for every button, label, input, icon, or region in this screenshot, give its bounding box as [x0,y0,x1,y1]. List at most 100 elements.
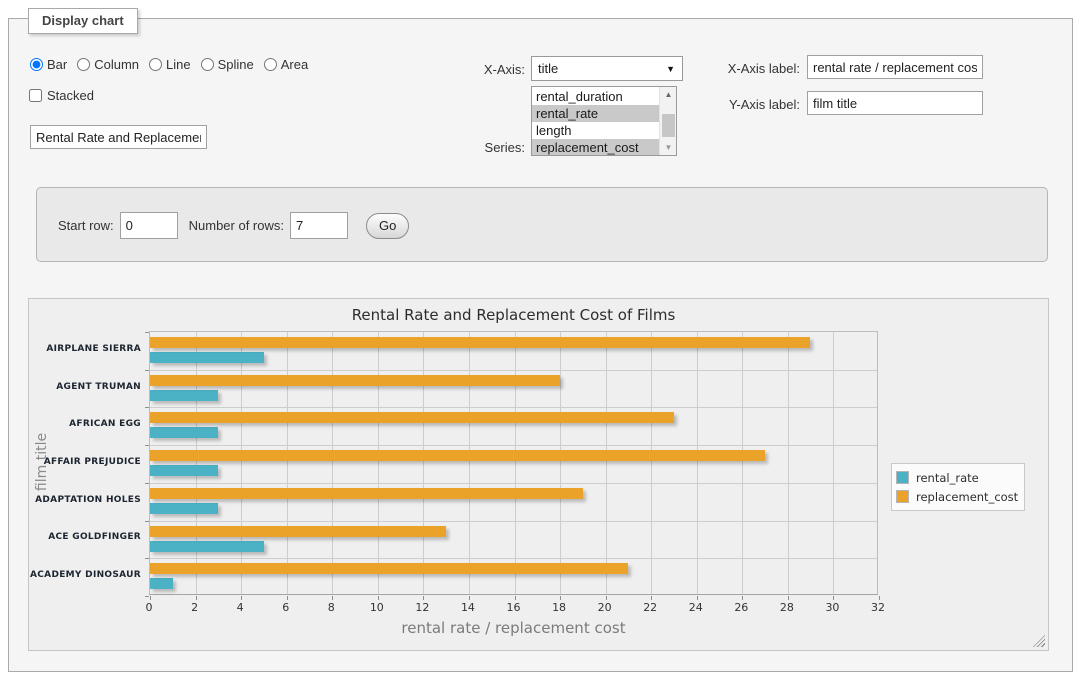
bar-replacement_cost [150,375,560,386]
bar-rental_rate [150,390,218,401]
fieldset-legend: Display chart [28,8,138,34]
chart-type-radio-spline[interactable] [201,58,214,71]
series-options: rental_durationrental_ratelengthreplacem… [532,88,659,156]
chart-type-radio-bar[interactable] [30,58,43,71]
chart-container: Rental Rate and Replacement Cost of Film… [28,298,1049,651]
tick-mark [145,483,149,484]
tick-mark [742,596,743,600]
resize-handle-icon[interactable] [1033,635,1045,647]
tick-mark [332,596,333,600]
gridline [332,332,333,594]
x-tick-label: 16 [507,601,521,614]
gridline [150,445,877,446]
x-axis-label-field-label: X-Axis label: [700,61,800,76]
legend-swatch [896,471,909,484]
chart-type-radio-label: Spline [218,57,254,72]
tick-mark [145,445,149,446]
y-axis-label-input[interactable] [807,91,983,115]
chart-type-radio-label: Line [166,57,191,72]
x-tick-label: 26 [734,601,748,614]
go-button[interactable]: Go [366,213,409,239]
bar-replacement_cost [150,337,810,348]
gridline [788,332,789,594]
legend-label: rental_rate [916,471,979,485]
gridline [742,332,743,594]
series-option-rental_rate[interactable]: rental_rate [532,105,659,122]
x-tick-label: 24 [689,601,703,614]
category-label: ACE GOLDFINGER [29,532,141,542]
gridline [606,332,607,594]
chart-type-radio-label: Bar [47,57,67,72]
x-tick-label: 14 [461,601,475,614]
bar-replacement_cost [150,563,628,574]
chart-type-radio-area[interactable] [264,58,277,71]
bar-rental_rate [150,578,173,589]
scroll-up-icon[interactable]: ▲ [661,87,676,102]
chart-type-option-bar[interactable]: Bar [30,57,67,72]
gridline [196,332,197,594]
y-axis-label-field-label: Y-Axis label: [700,97,800,112]
x-axis-label: X-Axis: [435,62,525,77]
bar-replacement_cost [150,488,583,499]
x-tick-label: 18 [552,601,566,614]
tick-mark [833,596,834,600]
start-row-input[interactable] [120,212,178,239]
chart-type-option-spline[interactable]: Spline [201,57,254,72]
series-option-replacement_cost[interactable]: replacement_cost [532,139,659,156]
legend-swatch [896,490,909,503]
category-label: ACADEMY DINOSAUR [29,570,141,580]
gridline [150,483,877,484]
tick-mark [879,596,880,600]
series-multiselect[interactable]: rental_durationrental_ratelengthreplacem… [531,86,677,156]
gridline [651,332,652,594]
chart-title-input[interactable] [30,125,207,149]
chart-type-option-column[interactable]: Column [77,57,139,72]
gridline [150,407,877,408]
x-axis-select[interactable]: title ▼ [531,56,683,81]
chart-type-radio-line[interactable] [149,58,162,71]
tick-mark [378,596,379,600]
x-tick-label: 28 [780,601,794,614]
chart-title: Rental Rate and Replacement Cost of Film… [149,306,878,324]
chart-type-radio-label: Area [281,57,308,72]
num-rows-input[interactable] [290,212,348,239]
chart-type-option-area[interactable]: Area [264,57,308,72]
x-tick-label: 32 [871,601,885,614]
x-tick-label: 6 [282,601,289,614]
stacked-checkbox[interactable] [29,89,42,102]
tick-mark [469,596,470,600]
legend-item: replacement_cost [896,487,1018,506]
page: Display chart Bar Column Line Spline Area St… [0,0,1081,681]
chart-legend: rental_rate replacement_cost [891,463,1025,511]
legend-item: rental_rate [896,468,1018,487]
gridline [287,332,288,594]
bar-replacement_cost [150,526,446,537]
series-option-rental_duration[interactable]: rental_duration [532,88,659,105]
tick-mark [196,596,197,600]
gridline [469,332,470,594]
tick-mark [145,370,149,371]
x-axis-selected-value: title [538,61,558,76]
gridline [423,332,424,594]
num-rows-label: Number of rows: [189,218,284,233]
tick-mark [423,596,424,600]
rows-inner: Start row: Number of rows: Go [58,212,409,239]
x-tick-label: 8 [328,601,335,614]
x-tick-label: 0 [146,601,153,614]
tick-mark [145,521,149,522]
chart-type-option-line[interactable]: Line [149,57,191,72]
x-axis-label-input[interactable] [807,55,983,79]
scroll-down-icon[interactable]: ▼ [661,140,676,155]
tick-mark [241,596,242,600]
tick-mark [145,332,149,333]
gridline [697,332,698,594]
scrollbar-thumb[interactable] [662,114,675,137]
category-label: AGENT TRUMAN [29,382,141,392]
series-option-length[interactable]: length [532,122,659,139]
tick-mark [651,596,652,600]
gridline [150,558,877,559]
tick-mark [150,596,151,600]
x-tick-label: 4 [237,601,244,614]
series-scrollbar[interactable]: ▲ ▼ [659,87,676,155]
chart-type-radio-column[interactable] [77,58,90,71]
